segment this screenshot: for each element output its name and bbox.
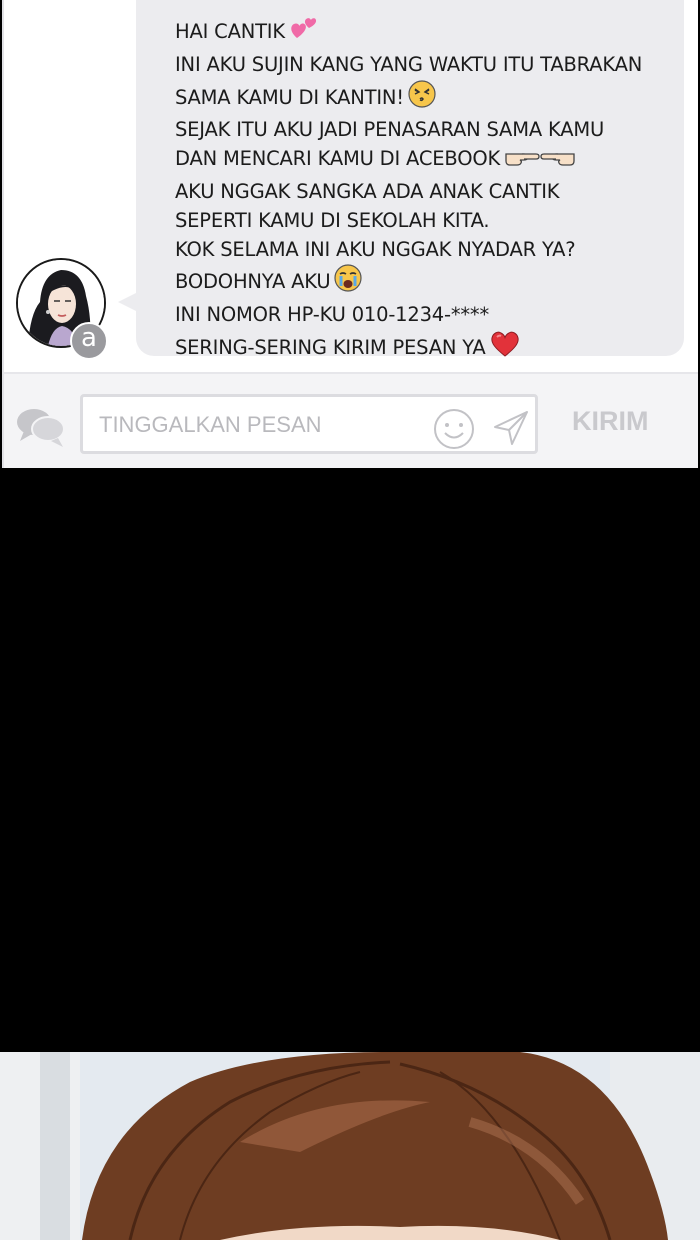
- panel-gutter: [0, 468, 700, 1052]
- face-kiss-icon: [408, 79, 436, 117]
- message-line: INI NOMOR HP-KU 010-1234-****: [175, 303, 490, 327]
- bubble-tail: [118, 292, 138, 312]
- message-line: BODOHNYA AKU: [175, 264, 676, 301]
- message-text: HAI CANTIK INI AKU SUJIN KANG YANG WAKTU…: [175, 16, 676, 367]
- send-button[interactable]: KIRIM: [572, 406, 649, 437]
- message-input-field[interactable]: [97, 409, 421, 441]
- message-line: HAI CANTIK: [175, 16, 676, 51]
- message-line: AKU NGGAK SANGKA ADA ANAK CANTIK: [175, 179, 560, 203]
- message-line: DAN MENCARI KAMU DI ACEBOOK: [175, 145, 676, 178]
- chat-bubbles-icon[interactable]: [16, 404, 66, 455]
- chat-panel: HAI CANTIK INI AKU SUJIN KANG YANG WAKTU…: [2, 0, 698, 470]
- red-heart-icon: [490, 330, 520, 367]
- chat-area: HAI CANTIK INI AKU SUJIN KANG YANG WAKTU…: [4, 0, 698, 372]
- message-line: SEPERTI KAMU DI SEKOLAH KITA.: [175, 208, 490, 232]
- message-input[interactable]: [80, 394, 538, 454]
- comic-panel-illustration: [0, 1052, 700, 1240]
- message-line: SEJAK ITU AKU JADI PENASARAN SAMA KAMU: [175, 118, 605, 142]
- message-line: KOK SELAMA INI AKU NGGAK NYADAR YA?: [175, 237, 576, 261]
- message-bubble: HAI CANTIK INI AKU SUJIN KANG YANG WAKTU…: [136, 0, 684, 359]
- character-hair-illustration: [0, 1052, 700, 1240]
- pointing-hands-icon: [504, 145, 576, 178]
- crying-face-icon: [334, 264, 363, 301]
- send-arrow-icon[interactable]: [491, 408, 531, 453]
- message-line: INI AKU SUJIN KANG YANG WAKTU ITU TABRAK…: [175, 52, 643, 76]
- smiley-icon[interactable]: [433, 408, 475, 455]
- avatar-badge: a: [70, 322, 108, 360]
- composer-bar: KIRIM: [4, 372, 698, 470]
- message-line: SERING-SERING KIRIM PESAN YA: [175, 330, 676, 367]
- two-hearts-icon: [289, 16, 319, 51]
- message-line: SAMA KAMU DI KANTIN!: [175, 79, 676, 117]
